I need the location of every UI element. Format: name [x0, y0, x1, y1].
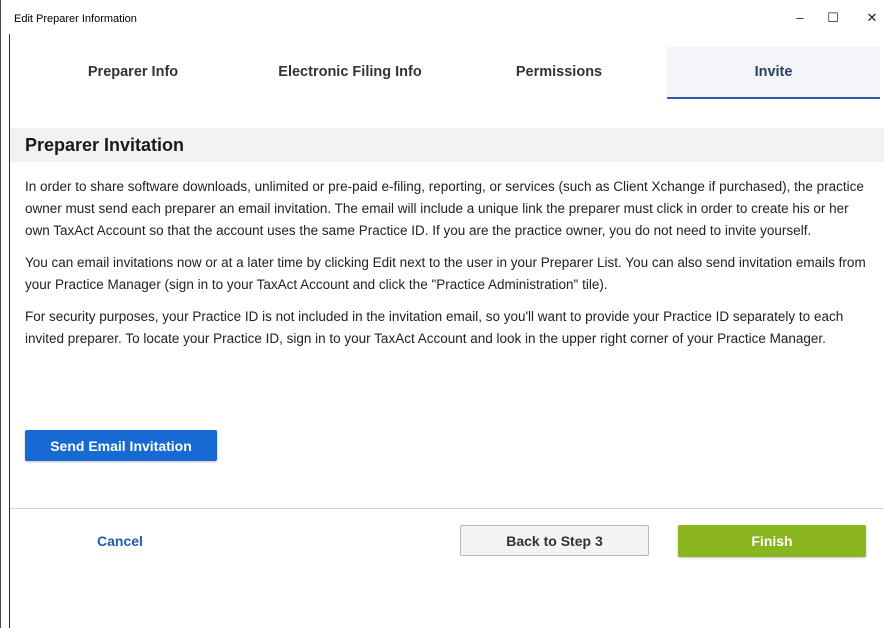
footer-divider [10, 508, 884, 509]
paragraph-email-timing: You can email invitations now or at a la… [25, 255, 866, 292]
window-edge-divider [9, 34, 10, 628]
tab-invite[interactable]: Invite [667, 47, 880, 99]
tab-electronic-filing-info[interactable]: Electronic Filing Info [256, 47, 444, 97]
close-icon[interactable]: ✕ [857, 8, 884, 28]
minimize-icon[interactable]: – [785, 8, 815, 28]
section-header: Preparer Invitation [10, 128, 884, 162]
section-title: Preparer Invitation [25, 135, 185, 155]
title-bar: Edit Preparer Information – ☐ ✕ [1, 0, 884, 34]
cancel-button[interactable]: Cancel [97, 531, 143, 551]
paragraph-intro: In order to share software downloads, un… [25, 179, 864, 238]
tab-permissions[interactable]: Permissions [444, 47, 674, 97]
window-title: Edit Preparer Information [14, 13, 137, 25]
tab-preparer-info[interactable]: Preparer Info [10, 47, 256, 97]
finish-button[interactable]: Finish [678, 525, 866, 557]
send-email-invitation-button[interactable]: Send Email Invitation [25, 430, 217, 461]
back-to-step-3-button[interactable]: Back to Step 3 [460, 525, 649, 556]
tab-bar: Preparer Info Electronic Filing Info Per… [10, 47, 884, 99]
dialog-window: Edit Preparer Information – ☐ ✕ Preparer… [0, 0, 884, 628]
maximize-icon[interactable]: ☐ [818, 8, 848, 28]
invitation-description: In order to share software downloads, un… [25, 176, 877, 360]
paragraph-security: For security purposes, your Practice ID … [25, 309, 844, 346]
